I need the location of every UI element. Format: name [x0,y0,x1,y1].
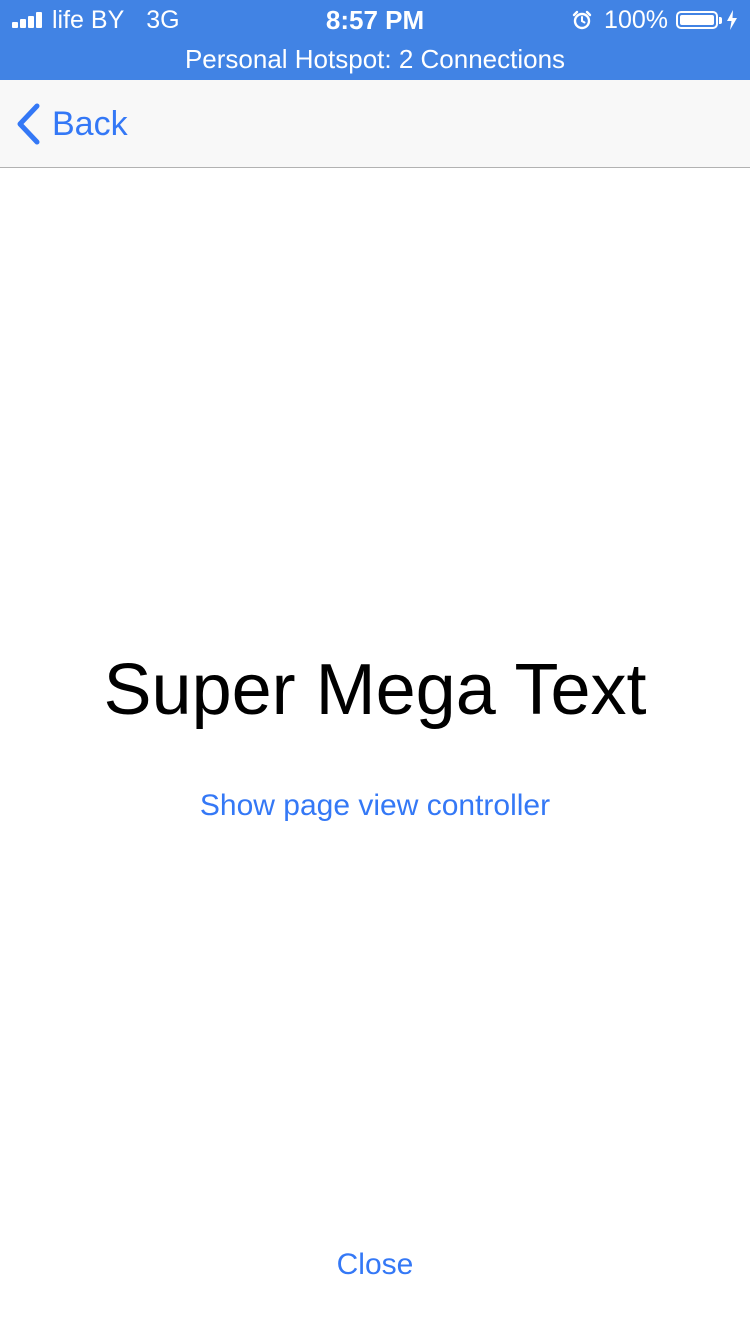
battery-percentage: 100% [604,5,668,34]
status-bar-right: 100% [572,0,738,40]
chevron-left-icon [17,103,40,145]
alarm-clock-icon [572,10,592,30]
battery-cap [719,16,722,24]
charging-bolt-icon [727,10,737,30]
show-page-view-controller-button[interactable]: Show page view controller [0,782,750,830]
close-button[interactable]: Close [0,1241,750,1289]
back-button[interactable]: Back [14,80,128,168]
back-button-label: Back [52,104,128,143]
page-title: Super Mega Text [103,650,647,730]
status-bar: life BY 3G 8:57 PM 100% Personal Hotspot… [0,0,750,80]
navigation-bar: Back [0,80,750,168]
battery-icon [676,11,718,29]
battery-fill [680,15,714,25]
hotspot-banner[interactable]: Personal Hotspot: 2 Connections [0,40,750,80]
status-bar-row: life BY 3G 8:57 PM 100% [0,0,750,40]
